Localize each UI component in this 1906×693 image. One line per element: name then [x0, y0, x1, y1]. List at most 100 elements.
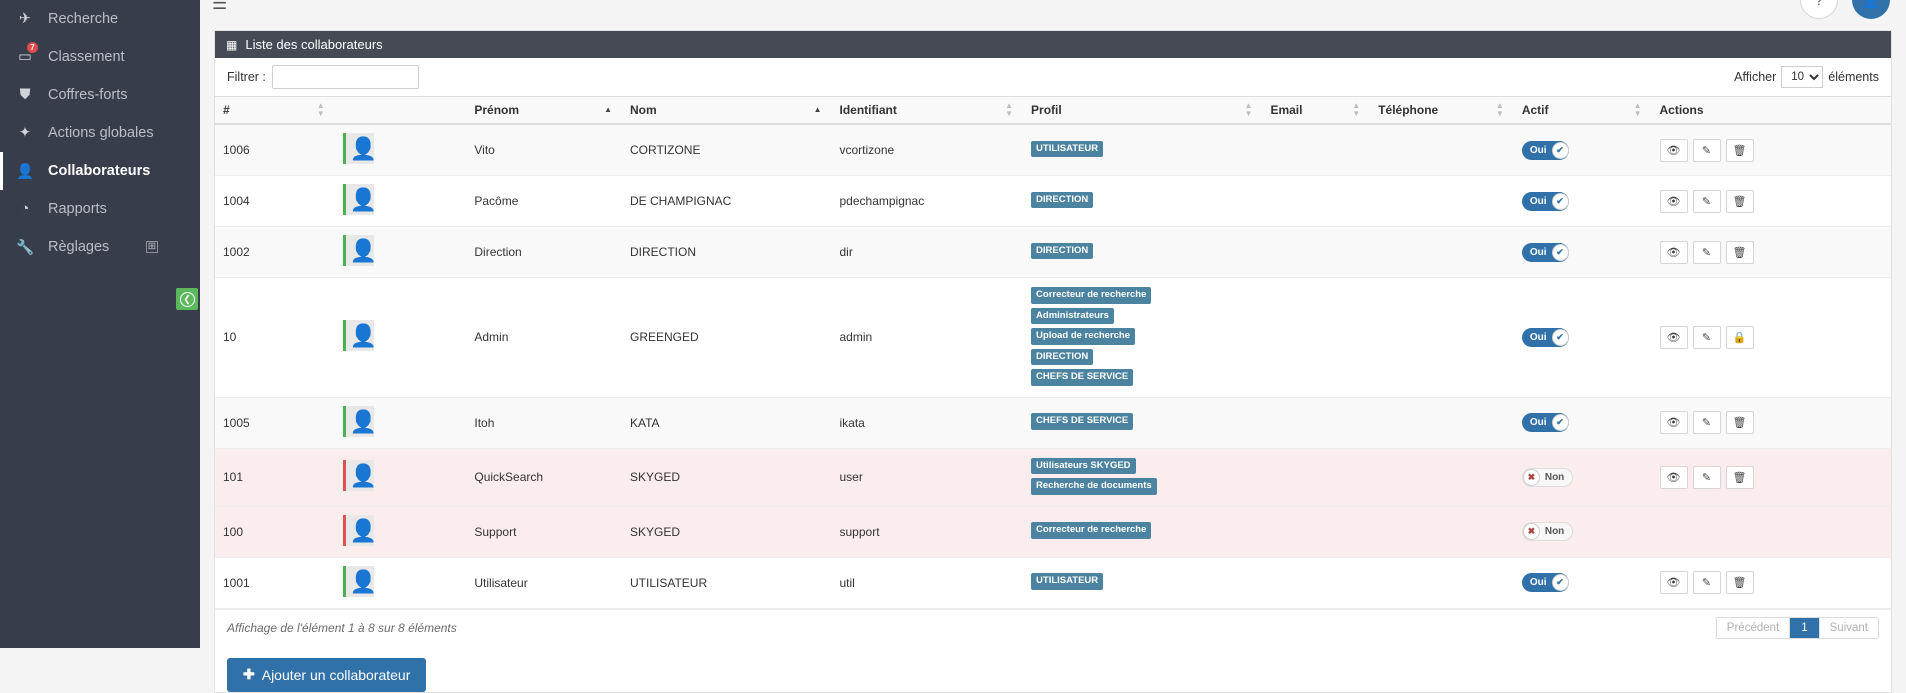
page-length-prefix: Afficher	[1734, 70, 1777, 84]
delete-button[interactable]: 🗑	[1725, 189, 1754, 213]
column-header-pr-nom[interactable]: Prénom ▲	[466, 97, 622, 125]
delete-button[interactable]: 🗑	[1725, 465, 1754, 489]
person-icon: 👤	[349, 323, 378, 349]
expand-plus-icon[interactable]: ⊞	[146, 241, 158, 253]
column-header-email[interactable]: Email ▲ ▼	[1262, 97, 1371, 125]
person-icon: 👤	[349, 136, 378, 161]
cell-profil: Utilisateurs SKYGED Recherche de document…	[1023, 448, 1263, 507]
profile-badge: Correcteur de recherche	[1031, 522, 1152, 539]
view-icon: 👁	[1666, 471, 1681, 484]
table-row[interactable]: 100 👤 Support SKYGED support Correcteur de re…	[215, 506, 1891, 558]
status-bar	[342, 133, 346, 164]
view-button[interactable]: 👁	[1659, 325, 1688, 349]
table-row[interactable]: 101 👤 QuickSearch SKYGED user Utilisateurs SK…	[215, 448, 1891, 507]
column-header--[interactable]: # ▲ ▼	[215, 97, 335, 125]
hamburger-icon[interactable]: ☰	[212, 0, 230, 13]
lock-button[interactable]: 🔒	[1725, 325, 1754, 349]
active-toggle[interactable]: Oui ✔	[1521, 327, 1569, 347]
edit-button[interactable]: ✎	[1692, 465, 1721, 489]
cell-identifiant: vcortizone	[831, 124, 1024, 176]
page-length-select[interactable]: 102550100	[1781, 66, 1824, 88]
sidebar-item-recherche[interactable]: ✈ Recherche	[0, 0, 200, 38]
view-button[interactable]: 👁	[1659, 571, 1688, 594]
column-header-nom[interactable]: Nom ▲	[622, 97, 832, 125]
status-bar	[342, 320, 346, 352]
profile-badge: UTILISATEUR	[1031, 140, 1104, 158]
wrench-icon: 🔧	[15, 239, 35, 256]
pagination-previous[interactable]: Précédent	[1716, 618, 1791, 638]
column-header-t-l-phone[interactable]: Téléphone ▲ ▼	[1370, 97, 1514, 125]
table-row[interactable]: 1006 👤 Vito CORTIZONE vcortizone UTILISATEUR O…	[215, 124, 1891, 176]
active-toggle-label: Oui	[1529, 195, 1547, 207]
sort-both-icon: ▲ ▼	[1352, 101, 1361, 118]
sidebar-item-rapports[interactable]: ◔ Rapports	[0, 190, 200, 228]
active-toggle-label: Oui	[1529, 331, 1547, 343]
delete-icon: 🗑	[1732, 246, 1747, 259]
sidebar-nav: ✈ Recherche ▭ 7 Classement ⛊ Coffres-forts ✦ Act…	[0, 0, 200, 266]
cell-telephone	[1370, 124, 1514, 176]
active-toggle[interactable]: Oui ✔	[1521, 573, 1569, 592]
edit-button[interactable]: ✎	[1692, 325, 1721, 349]
table-row[interactable]: 1004 👤 Pacôme DE CHAMPIGNAC pdechampignac DIR…	[215, 175, 1891, 227]
active-toggle[interactable]: Oui ✔	[1521, 242, 1569, 262]
active-toggle[interactable]: Oui ✔	[1521, 413, 1569, 432]
view-button[interactable]: 👁	[1659, 411, 1688, 434]
sort-both-icon: ▲ ▼	[1495, 101, 1504, 118]
avatar: 👤	[342, 405, 377, 437]
edit-button[interactable]: ✎	[1692, 189, 1721, 213]
cell-prenom: Utilisateur	[466, 557, 622, 609]
edit-button[interactable]: ✎	[1692, 138, 1721, 162]
edit-button[interactable]: ✎	[1692, 411, 1721, 434]
user-account-button[interactable]: 👤	[1852, 0, 1890, 19]
check-icon: ✔	[1551, 328, 1569, 346]
status-bar	[342, 460, 346, 491]
table-info: Affichage de l'élément 1 à 8 sur 8 éléme…	[227, 621, 457, 635]
table-row[interactable]: 1002 👤 Direction DIRECTION dir DIRECTION Oui ✔ 👁…	[215, 226, 1891, 278]
active-toggle[interactable]: Oui ✔	[1521, 140, 1569, 160]
cell-id: 1002	[215, 226, 335, 278]
pagination: Précédent 1 Suivant	[1715, 617, 1879, 639]
sidebar-item-label: Règlages	[48, 239, 110, 255]
cell-id: 100	[215, 506, 335, 558]
view-button[interactable]: 👁	[1659, 138, 1688, 162]
view-button[interactable]: 👁	[1659, 240, 1688, 264]
sidebar-item-classement[interactable]: ▭ 7 Classement	[0, 38, 200, 76]
table-row[interactable]: 1001 👤 Utilisateur UTILISATEUR util UTILISATE…	[215, 557, 1891, 609]
sidebar-item-collaborateurs[interactable]: 👤 Collaborateurs	[0, 152, 200, 190]
active-toggle[interactable]: Oui ✔	[1521, 191, 1569, 211]
pagination-next[interactable]: Suivant	[1819, 618, 1878, 638]
sidebar-item-actions-globales[interactable]: ✦ Actions globales	[0, 114, 200, 152]
view-icon: 👁	[1666, 417, 1681, 429]
delete-button[interactable]: 🗑	[1725, 571, 1754, 594]
pagination-page-1[interactable]: 1	[1790, 618, 1820, 638]
avatar-cell: 👤	[334, 448, 467, 507]
active-toggle[interactable]: ✖ Non	[1521, 522, 1574, 541]
cell-actif: ✖ Non	[1513, 506, 1652, 558]
sidebar-item-coffres-forts[interactable]: ⛊ Coffres-forts	[0, 76, 200, 114]
view-button[interactable]: 👁	[1659, 465, 1688, 489]
view-icon: 👁	[1666, 195, 1681, 208]
delete-button[interactable]: 🗑	[1725, 411, 1754, 434]
table-row[interactable]: 1005 👤 Itoh KATA ikata CHEFS DE SERVICE Oui ✔ 👁 ✎…	[215, 397, 1891, 449]
column-header-identifiant[interactable]: Identifiant ▲ ▼	[831, 97, 1024, 125]
sidebar-collapse-button[interactable]: ❮	[176, 288, 198, 310]
add-collaborator-button[interactable]: ✚ Ajouter un collaborateur	[227, 657, 427, 692]
view-button[interactable]: 👁	[1659, 189, 1688, 213]
table-row[interactable]: 10 👤 Admin GREENGED admin Correcteur de reche…	[215, 277, 1891, 398]
edit-button[interactable]: ✎	[1692, 571, 1721, 594]
profile-badge: UTILISATEUR	[1031, 573, 1104, 590]
column-header-actif[interactable]: Actif ▲ ▼	[1513, 97, 1652, 125]
column-header-profil[interactable]: Profil ▲ ▼	[1023, 97, 1263, 125]
cell-nom: DE CHAMPIGNAC	[622, 175, 832, 227]
sidebar-item-label: Recherche	[48, 11, 119, 27]
sidebar-item-r-glages[interactable]: 🔧 Règlages ⊞	[0, 228, 200, 266]
edit-button[interactable]: ✎	[1692, 240, 1721, 264]
filter-input[interactable]	[271, 65, 419, 89]
view-icon: 👁	[1666, 577, 1681, 589]
cell-identifiant: support	[831, 506, 1024, 558]
active-toggle[interactable]: ✖ Non	[1521, 467, 1574, 487]
delete-button[interactable]: 🗑	[1725, 138, 1754, 162]
profile-badge: CHEFS DE SERVICE	[1031, 413, 1134, 430]
delete-button[interactable]: 🗑	[1725, 240, 1754, 264]
help-button[interactable]: ?	[1800, 0, 1838, 19]
